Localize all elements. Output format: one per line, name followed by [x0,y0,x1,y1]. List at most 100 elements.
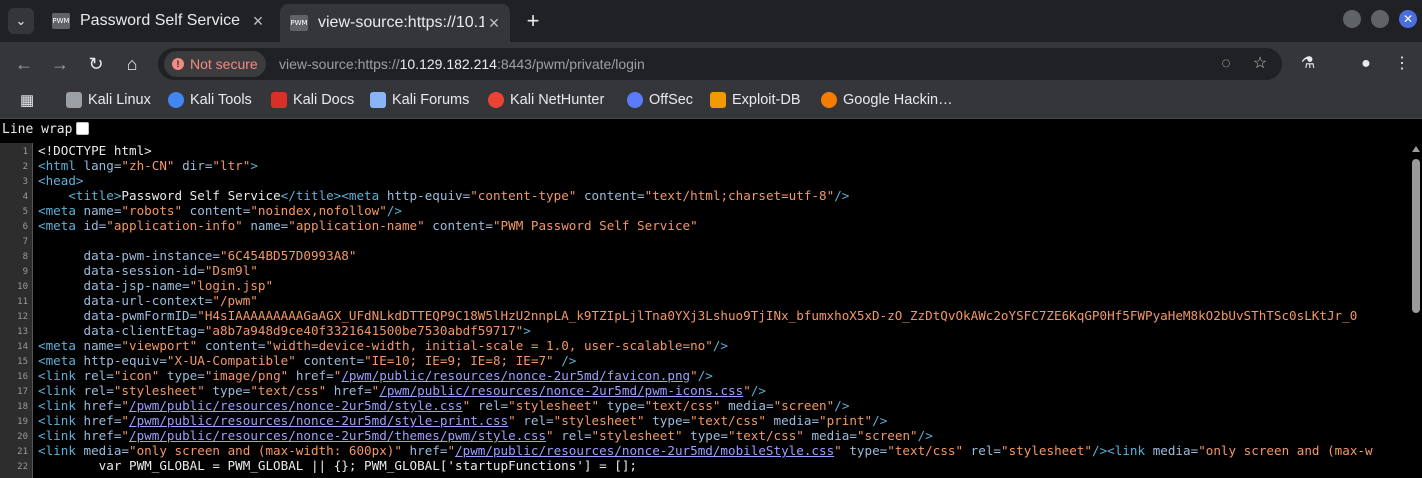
source-link[interactable]: /pwm/public/resources/nonce-2ur5md/theme… [129,428,546,443]
close-icon[interactable]: × [248,11,268,32]
source-token: media= [720,398,774,413]
tab-view-source[interactable]: PWM view-source:https://10.12 × [280,4,510,42]
labs-flask-icon[interactable]: ⚗ [1296,52,1320,76]
source-token: " [508,413,516,428]
minimize-button[interactable] [1343,10,1361,28]
source-token: " [743,383,751,398]
line-number: 13 [17,327,28,337]
source-link[interactable]: /pwm/public/resources/nonce-2ur5md/mobil… [455,443,834,458]
source-token: "viewport" [121,338,198,353]
tab-search-button[interactable]: ⌄ [8,8,34,34]
source-token: "X-UA-Compatible" [166,353,296,368]
line-wrap-checkbox[interactable] [76,122,90,135]
kali-tools-icon [168,92,184,108]
home-button[interactable]: ⌂ [120,52,144,76]
bookmark-kali-forums[interactable]: Kali Forums [370,92,469,108]
line-number: 4 [22,192,28,202]
line-number: 3 [22,177,28,187]
source-link[interactable]: /pwm/public/resources/nonce-2ur5md/pwm-i… [379,383,743,398]
line-number: 19 [17,417,28,427]
source-token: /><link [1092,443,1153,458]
menu-kebab-icon[interactable]: ⋮ [1390,52,1414,76]
source-link[interactable]: /pwm/public/resources/nonce-2ur5md/favic… [341,368,690,383]
source-token: <!DOCTYPE html> [38,143,152,158]
line-number: 21 [17,447,28,457]
source-token: /> [697,368,713,383]
star-icon[interactable]: ☆ [1250,54,1270,74]
source-token: "ltr" [212,158,251,173]
source-token: "robots" [121,203,183,218]
source-token: content= [295,353,365,368]
nethunter-icon [488,92,504,108]
bookmark-offsec[interactable]: OffSec [627,92,693,108]
profile-icon[interactable]: ● [1354,52,1378,76]
line-number: 11 [17,297,28,307]
bookmark-kali-tools[interactable]: Kali Tools [168,92,252,108]
eye-off-icon[interactable]: ◌ [1216,54,1236,74]
forward-button[interactable]: → [48,52,72,76]
arrow-right-icon: → [51,54,69,74]
source-token: /> [872,413,888,428]
back-button[interactable]: ← [12,52,36,76]
bookmark-kali-nethunter[interactable]: Kali NetHunter [488,92,604,108]
maximize-button[interactable] [1371,10,1389,28]
source-token: type= [644,413,691,428]
source-token: content= [182,203,251,218]
source-token: media= [83,443,130,458]
bookmark-kali-linux[interactable]: Kali Linux [66,92,151,108]
vertical-scrollbar[interactable] [1410,143,1422,478]
view-source-viewer: Line wrap 1 2 3 4 5 6 7 8 9 10 11 12 13 14 15 16 17 18 19 2… [0,119,1422,478]
window-close-button[interactable]: ✕ [1399,10,1417,28]
source-token: rel= [83,383,114,398]
source-line: <link href="/pwm/public/resources/nonce-… [38,413,887,428]
bookmark-google-hacking[interactable]: Google Hackin… [821,92,953,108]
close-icon[interactable]: × [484,13,504,34]
bookmark-label: Kali Linux [88,92,151,108]
line-number: 9 [22,267,28,277]
source-token: media= [765,413,820,428]
source-token: data-pwm-instance= [38,248,220,263]
address-bar[interactable]: ! Not secure view-source:https://10.129.… [158,48,1282,80]
source-token: href= [83,428,122,443]
source-token: "6C454BD57D0993A8" [219,248,357,263]
line-number: 17 [17,387,28,397]
source-link[interactable]: /pwm/public/resources/nonce-2ur5md/style… [129,413,508,428]
close-icon: ✕ [1402,12,1414,26]
source-line: <link href="/pwm/public/resources/nonce-… [38,398,849,413]
site-security-chip[interactable]: ! Not secure [164,51,266,77]
source-token: "Dsm9l" [204,263,258,278]
source-token: <link [38,443,84,458]
reload-button[interactable]: ↻ [84,52,108,76]
source-token: " [121,428,130,443]
source-line: <link rel="stylesheet" type="text/css" h… [38,383,766,398]
scroll-up-arrow[interactable] [1412,146,1420,152]
source-token: "stylesheet" [1001,443,1093,458]
bookmark-kali-docs[interactable]: Kali Docs [271,92,354,108]
source-token: rel= [470,398,509,413]
source-token: dir= [174,158,213,173]
scrollbar-thumb[interactable] [1412,159,1420,313]
tab-password-self-service[interactable]: PWM Password Self Service × [42,6,274,36]
url-text[interactable]: view-source:https://10.129.182.214:8443/… [279,56,645,72]
source-token: id= [83,218,107,233]
source-token: href= [83,398,122,413]
source-line: data-url-context="/pwm" [38,293,257,308]
source-link[interactable]: /pwm/public/resources/nonce-2ur5md/style… [129,398,463,413]
source-token: data-clientEtag= [38,323,205,338]
arrow-left-icon: ← [15,54,33,74]
new-tab-button[interactable]: + [522,8,544,34]
source-token: /> [712,338,729,353]
source-token: "zh-CN" [121,158,175,173]
line-number: 14 [17,342,28,352]
source-token: "application-name" [288,218,425,233]
source-token: "text/css" [690,413,766,428]
source-line: data-clientEtag="a8b7a948d9ce40f33216415… [38,323,530,338]
line-number: 5 [22,207,28,217]
source-token: </title><meta [280,188,387,203]
bookmark-exploit-db[interactable]: Exploit-DB [710,92,801,108]
source-token: <title> [68,188,122,203]
browser-toolbar: ← → ↻ ⌂ ! Not secure view-source:https:/… [0,42,1422,86]
apps-grid-icon[interactable]: ▦ [20,93,36,109]
source-line: <meta name="robots" content="noindex,nof… [38,203,402,218]
source-token: href= [83,413,122,428]
